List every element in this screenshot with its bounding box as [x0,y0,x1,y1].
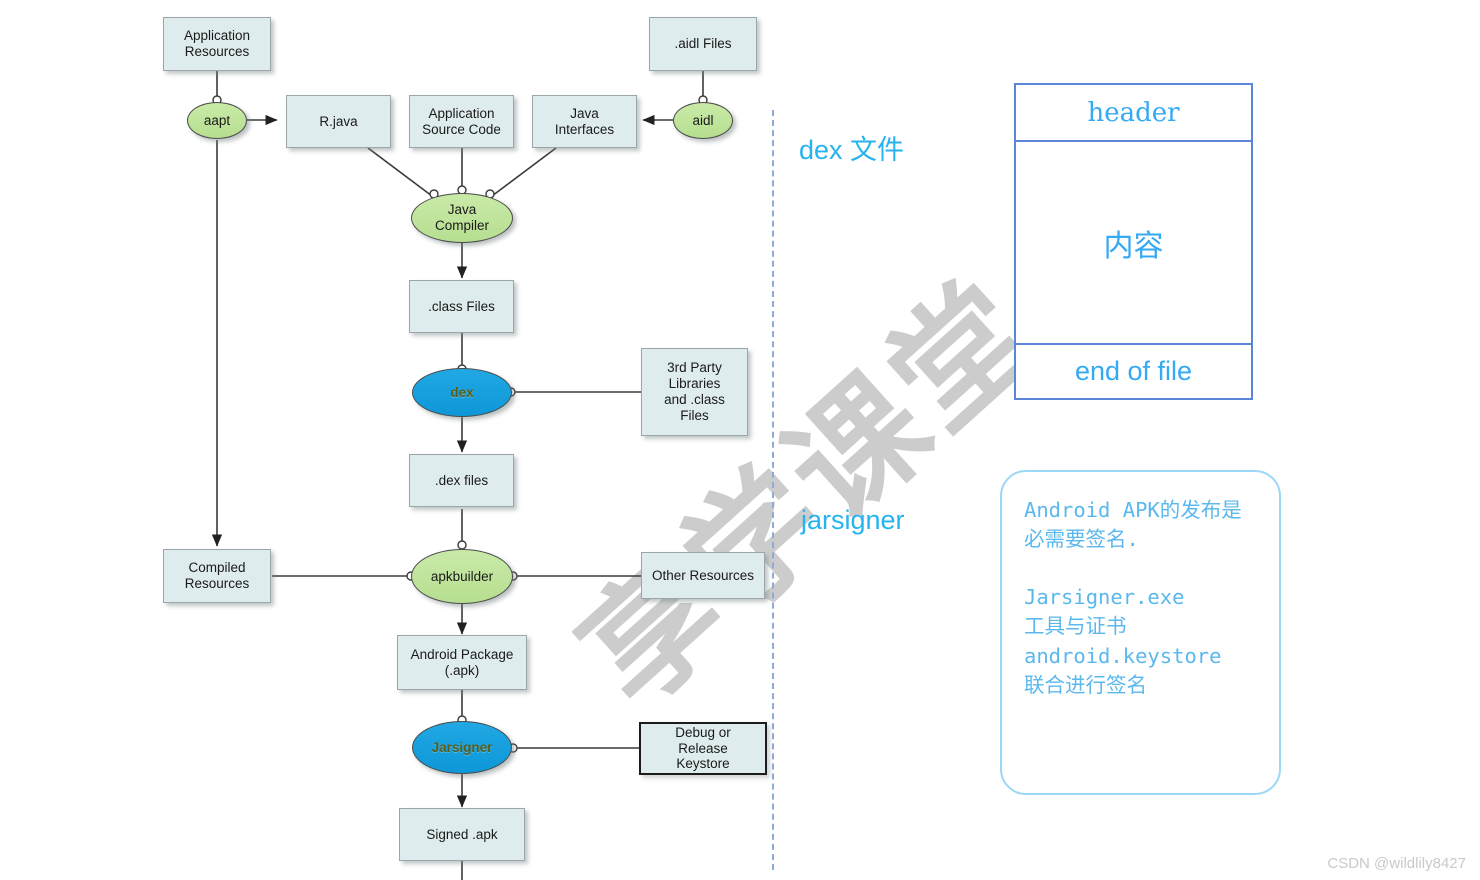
node-dex-files[interactable]: .dex files [409,454,514,507]
node-apkbuilder[interactable]: apkbuilder [411,549,513,604]
node-aidl[interactable]: aidl [673,102,733,139]
node-aidl-files[interactable]: .aidl Files [649,17,757,71]
node-signed-apk[interactable]: Signed .apk [399,808,525,861]
dex-structure-row-content: 内容 [1016,140,1251,343]
diagram-canvas: 享学课堂 Application Resources .aidl Files a… [0,0,1480,880]
node-third-party-libraries[interactable]: 3rd Party Libraries and .class Files [641,348,748,436]
dex-structure-panel: header 内容 end of file [1014,83,1253,400]
node-application-source-code[interactable]: Application Source Code [409,95,514,148]
node-compiled-resources[interactable]: Compiled Resources [163,549,271,603]
signing-note-callout: Android APK的发布是必需要签名. Jarsigner.exe 工具与证… [1000,470,1281,795]
node-r-java[interactable]: R.java [286,95,391,148]
csdn-credit: CSDN @wildlily8427 [1327,855,1466,872]
node-jarsigner[interactable]: Jarsigner [412,721,512,774]
node-java-compiler[interactable]: Java Compiler [411,193,513,243]
node-class-files[interactable]: .class Files [409,280,514,333]
node-application-resources[interactable]: Application Resources [163,17,271,71]
section-divider [772,110,774,870]
watermark-text: 享学课堂 [552,250,1067,736]
node-java-interfaces[interactable]: Java Interfaces [532,95,637,148]
dex-structure-row-header: header [1087,97,1180,128]
node-aapt[interactable]: aapt [187,102,247,139]
node-other-resources[interactable]: Other Resources [641,552,765,599]
node-android-package[interactable]: Android Package (.apk) [397,635,527,690]
watermark: 享学课堂 [530,250,1066,736]
annotation-dex-file: dex 文件 [799,135,905,165]
node-dex[interactable]: dex [412,368,512,417]
annotation-jarsigner: jarsigner [801,505,905,535]
dex-structure-row-end-of-file: end of file [1016,343,1251,398]
node-debug-release-keystore[interactable]: Debug or Release Keystore [639,722,767,775]
